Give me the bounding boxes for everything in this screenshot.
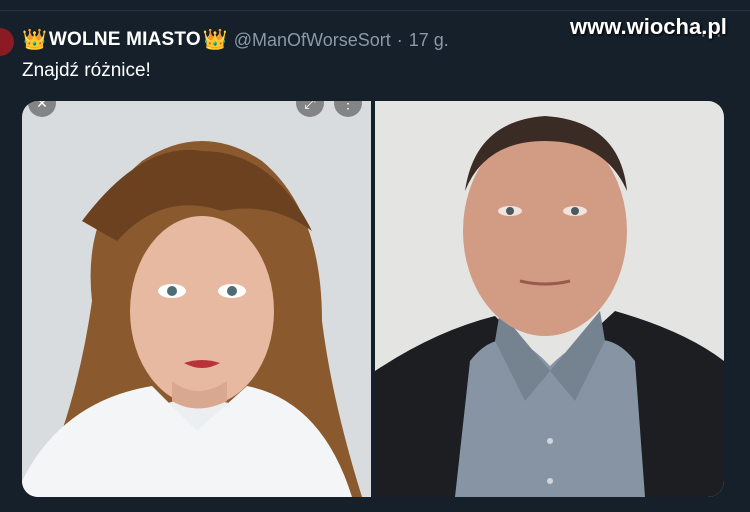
user-handle[interactable]: @ManOfWorseSort	[234, 30, 391, 51]
woman-portrait-image	[22, 101, 371, 497]
tweet-timestamp[interactable]: 17 g.	[409, 30, 449, 51]
separator-dot: ·	[396, 29, 403, 50]
photo-left[interactable]: ✕ ⤢ ⋮	[22, 101, 371, 497]
display-name[interactable]: WOLNE MIASTO	[49, 29, 201, 51]
top-divider	[0, 0, 750, 11]
man-portrait-image	[375, 101, 724, 497]
tweet-media[interactable]: ✕ ⤢ ⋮	[22, 101, 724, 497]
photo-right[interactable]	[375, 101, 724, 497]
tweet-text: Znajdź różnice!	[22, 60, 151, 81]
crown-icon: 👑	[202, 29, 228, 51]
crown-icon: 👑	[22, 29, 47, 51]
avatar[interactable]	[0, 28, 14, 56]
tweet-header: 👑 WOLNE MIASTO 👑 @ManOfWorseSort · 17 g.	[22, 26, 449, 54]
watermark: www.wiocha.pl	[570, 14, 727, 39]
